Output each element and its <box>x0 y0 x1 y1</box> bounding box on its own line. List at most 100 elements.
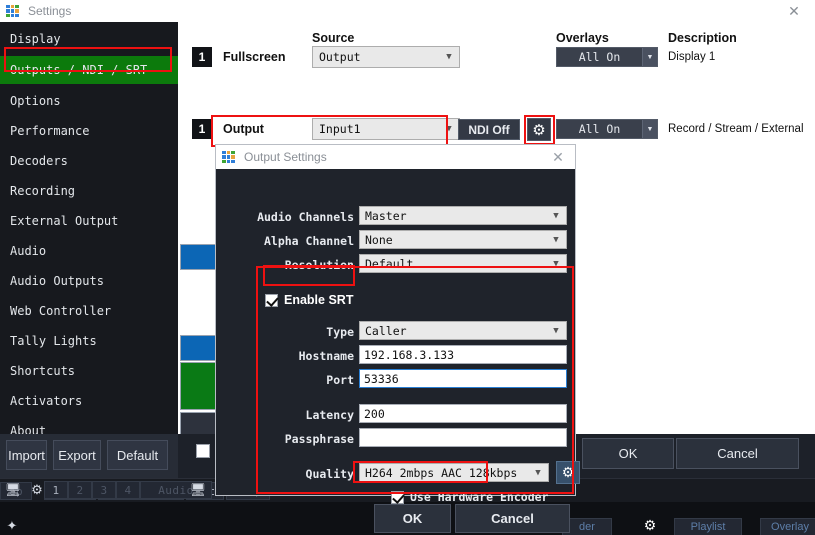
toolbar-num-3[interactable]: 3 <box>92 481 116 499</box>
output-block-blue-1[interactable] <box>180 244 218 270</box>
srt-type-value: Caller <box>365 324 546 338</box>
enable-srt-checkbox[interactable]: Enable SRT <box>265 293 353 307</box>
source-select-output-value: Input1 <box>319 122 439 136</box>
monitor-icon[interactable]: 🖥 <box>3 481 23 499</box>
sidebar-item-decoders[interactable]: Decoders <box>0 147 178 175</box>
monitor-icon-2[interactable]: 🖥 <box>188 481 208 499</box>
audio-channels-value: Master <box>365 209 546 223</box>
chevron-down-icon: ▼ <box>439 52 459 62</box>
audio-channels-select[interactable]: Master ▼ <box>359 206 567 225</box>
alpha-channel-value: None <box>365 233 546 247</box>
row-number-badge-1: 1 <box>192 47 212 67</box>
chevron-down-icon: ▼ <box>546 326 566 336</box>
close-icon[interactable]: ✕ <box>779 2 809 20</box>
column-header-overlays: Overlays <box>556 31 609 45</box>
row-number-badge-2: 1 <box>192 119 212 139</box>
checkbox-icon-enable-srt <box>265 294 278 307</box>
sidebar-item-external-output[interactable]: External Output <box>0 207 178 235</box>
sidebar-item-shortcuts[interactable]: Shortcuts <box>0 357 178 385</box>
settings-icon[interactable]: ✦ <box>2 517 22 535</box>
quality-select[interactable]: H264 2mbps AAC 128kbps ▼ <box>359 463 549 482</box>
output-settings-dialog: Output Settings ✕ Audio Channels Master … <box>215 144 576 496</box>
chevron-down-icon: ▼ <box>546 235 566 245</box>
dialog-cancel-button[interactable]: Cancel <box>455 504 570 533</box>
output-block-green[interactable] <box>180 362 218 410</box>
close-icon-dialog[interactable]: ✕ <box>545 148 571 166</box>
gear-icon[interactable]: ⚙ <box>527 118 551 141</box>
dialog-ok-button[interactable]: OK <box>374 504 451 533</box>
export-button[interactable]: Export <box>53 440 101 470</box>
quality-gear-icon[interactable]: ⚙ <box>556 461 580 484</box>
label-passphrase: Passphrase <box>246 432 354 446</box>
grid-logo-icon <box>6 5 19 17</box>
sidebar-item-audio-outputs[interactable]: Audio Outputs <box>0 267 178 295</box>
settings-ok-button[interactable]: OK <box>582 438 674 469</box>
toolbar-num-4[interactable]: 4 <box>116 481 140 499</box>
toolbar-num-1[interactable]: 1 <box>44 481 68 499</box>
resolution-select[interactable]: Default ▼ <box>359 254 567 273</box>
checkbox-icon-use-hardware-encoder <box>391 491 404 504</box>
default-button[interactable]: Default <box>107 440 168 470</box>
hostname-input[interactable]: 192.168.3.133 <box>359 345 567 364</box>
dialog-title: Output Settings <box>244 150 327 164</box>
gear-icon-2[interactable]: ⚙ <box>640 516 660 534</box>
settings-window-title: Settings <box>28 4 71 18</box>
source-select-fullscreen[interactable]: Output ▼ <box>312 46 460 68</box>
grid-logo-icon-dialog <box>222 151 235 163</box>
sidebar-item-display[interactable]: Display <box>0 25 178 53</box>
row-label-fullscreen: Fullscreen <box>223 50 286 64</box>
settings-sidebar: Display Outputs / NDI / SRT Options Perf… <box>0 22 178 434</box>
sidebar-item-web-controller[interactable]: Web Controller <box>0 297 178 325</box>
label-quality: Quality <box>246 467 354 481</box>
sidebar-item-activators[interactable]: Activators <box>0 387 178 415</box>
srt-type-select[interactable]: Caller ▼ <box>359 321 567 340</box>
latency-input[interactable]: 200 <box>359 404 567 423</box>
overlays-select-output-value: All On <box>557 122 642 136</box>
source-select-output[interactable]: Input1 ▼ <box>312 118 460 140</box>
sidebar-item-tally-lights[interactable]: Tally Lights <box>0 327 178 355</box>
toolbar-num-2[interactable]: 2 <box>68 481 92 499</box>
chevron-down-icon: ▼ <box>546 211 566 221</box>
output-block-blue-2[interactable] <box>180 335 218 361</box>
overlays-select-output[interactable]: All On ▼ <box>556 119 658 139</box>
sidebar-item-recording[interactable]: Recording <box>0 177 178 205</box>
port-input[interactable]: 53336 <box>359 369 567 388</box>
dialog-body: Audio Channels Master ▼ Alpha Channel No… <box>216 169 575 495</box>
chevron-down-icon: ▼ <box>642 48 657 66</box>
dialog-titlebar: Output Settings ✕ <box>216 145 575 169</box>
label-resolution: Resolution <box>246 258 354 272</box>
overlays-select-fullscreen-value: All On <box>557 50 642 64</box>
ndi-toggle-button[interactable]: NDI Off <box>458 119 520 140</box>
overlays-select-fullscreen[interactable]: All On ▼ <box>556 47 658 67</box>
bottom-btn-overlay[interactable]: Overlay <box>760 518 815 535</box>
label-port: Port <box>246 373 354 387</box>
use-hardware-encoder-checkbox[interactable]: Use Hardware Encoder <box>391 490 548 504</box>
alpha-channel-select[interactable]: None ▼ <box>359 230 567 249</box>
row-description-output: Record / Stream / External <box>668 123 804 135</box>
sidebar-item-performance[interactable]: Performance <box>0 117 178 145</box>
settings-titlebar: Settings ✕ <box>0 0 815 22</box>
label-hostname: Hostname <box>246 349 354 363</box>
chevron-down-icon: ▼ <box>642 120 657 138</box>
column-header-source: Source <box>312 31 354 45</box>
label-alpha-channel: Alpha Channel <box>246 234 354 248</box>
quality-value: H264 2mbps AAC 128kbps <box>365 466 528 480</box>
sidebar-item-options[interactable]: Options <box>0 87 178 115</box>
label-audio-channels: Audio Channels <box>246 210 354 224</box>
label-type: Type <box>246 325 354 339</box>
import-button[interactable]: Import <box>6 440 47 470</box>
screen: op Close Quick Play Cut Loop 🖥 ⚙ 1 2 3 4… <box>0 0 815 535</box>
chevron-down-icon: ▼ <box>439 124 459 134</box>
resolution-value: Default <box>365 257 546 271</box>
show-checkbox[interactable] <box>196 444 210 458</box>
sidebar-item-audio[interactable]: Audio <box>0 237 178 265</box>
chevron-down-icon: ▼ <box>528 468 548 478</box>
row-description-fullscreen: Display 1 <box>668 51 715 63</box>
column-header-description: Description <box>668 31 737 45</box>
chevron-down-icon: ▼ <box>546 259 566 269</box>
passphrase-input[interactable] <box>359 428 567 447</box>
settings-cancel-button[interactable]: Cancel <box>676 438 799 469</box>
label-latency: Latency <box>246 408 354 422</box>
sidebar-item-outputs-ndi-srt[interactable]: Outputs / NDI / SRT <box>0 56 178 84</box>
bottom-btn-playlist[interactable]: Playlist <box>674 518 742 535</box>
